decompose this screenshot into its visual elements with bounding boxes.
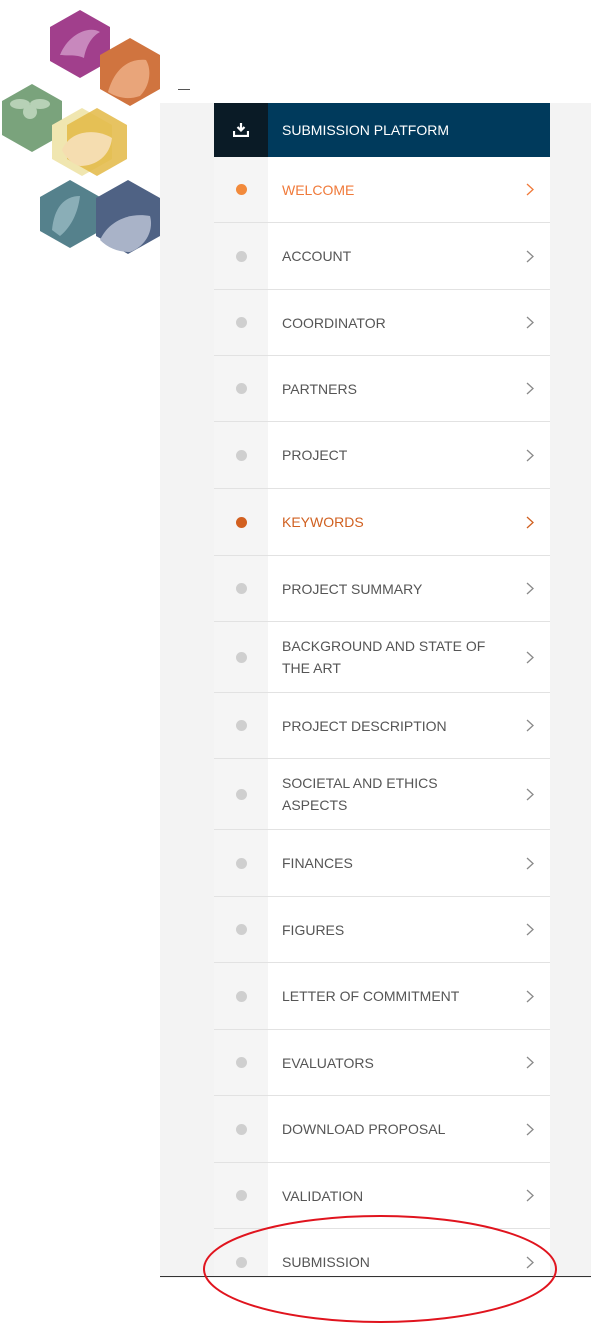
menu-item[interactable]: BACKGROUND AND STATE OF THE ART <box>214 622 550 693</box>
menu-item[interactable]: PARTNERS <box>214 356 550 422</box>
status-dot-icon <box>235 1057 247 1068</box>
animal-hexagon-logo <box>2 10 160 254</box>
menu-item-label: PROJECT DESCRIPTION <box>282 717 447 734</box>
menu-item-label: PROJECT SUMMARY <box>282 580 423 597</box>
status-dot-icon <box>235 449 247 461</box>
status-dot-cell <box>214 422 268 488</box>
menu-item[interactable]: LETTER OF COMMITMENT <box>214 963 550 1030</box>
chevron-right-icon <box>510 1123 550 1136</box>
status-dot-cell <box>214 830 268 896</box>
chevron-right-icon <box>510 719 550 732</box>
menu-item-label: VALIDATION <box>282 1187 364 1204</box>
status-dot-icon <box>235 651 247 663</box>
menu-item[interactable]: COORDINATOR <box>214 290 550 356</box>
menu-item-label: FINANCES <box>282 855 353 871</box>
chevron-right-icon <box>510 788 550 801</box>
status-dot-cell <box>214 1163 268 1228</box>
menu-item[interactable]: ACCOUNT <box>214 223 550 290</box>
menu-item[interactable]: KEYWORDS <box>214 489 550 556</box>
menu-item-label: PARTNERS <box>282 380 357 397</box>
status-dot-cell <box>214 759 268 829</box>
status-dot-cell <box>214 622 268 692</box>
menu-item-label: SUBMISSION <box>282 1254 370 1270</box>
menu-item[interactable]: PROJECT <box>214 422 550 489</box>
menu-item[interactable]: PROJECT DESCRIPTION <box>214 693 550 759</box>
chevron-right-icon <box>510 183 550 196</box>
menu-item[interactable]: EVALUATORS <box>214 1030 550 1096</box>
chevron-right-icon <box>510 1056 550 1069</box>
status-dot-cell <box>214 963 268 1029</box>
menu-item-label: EVALUATORS <box>282 1054 374 1071</box>
bottom-divider <box>160 1276 591 1277</box>
chevron-right-icon <box>510 382 550 395</box>
menu-item[interactable]: FIGURES <box>214 897 550 963</box>
menu-item[interactable]: SUBMISSION <box>214 1229 550 1276</box>
status-dot-icon <box>235 1123 247 1135</box>
status-dot-cell <box>214 157 268 222</box>
chevron-right-icon <box>510 516 550 529</box>
status-dot-cell <box>214 223 268 289</box>
status-dot-icon <box>235 317 247 328</box>
menu-items: WELCOME ACCOUNT COORDINATOR PARTNERS PROJECT… <box>214 157 550 1276</box>
chevron-right-icon <box>510 1256 550 1269</box>
menu-item[interactable]: SOCIETAL AND ETHICS ASPECTS <box>214 759 550 830</box>
chevron-right-icon <box>510 250 550 263</box>
status-dot-cell <box>214 489 268 555</box>
menu-item[interactable]: VALIDATION <box>214 1163 550 1229</box>
status-dot-icon <box>235 990 247 1002</box>
chevron-right-icon <box>510 857 550 870</box>
menu-header: SUBMISSION PLATFORM <box>214 103 550 157</box>
chevron-right-icon <box>510 316 550 329</box>
menu-item-label: FIGURES <box>282 921 345 938</box>
download-tray-icon <box>214 103 268 157</box>
menu-item-label: PROJECT <box>282 447 348 463</box>
menu-item-label: WELCOME <box>282 181 355 198</box>
status-dot-cell <box>214 897 268 962</box>
menu-item[interactable]: DOWNLOAD PROPOSAL <box>214 1096 550 1163</box>
chevron-right-icon <box>510 582 550 595</box>
chevron-right-icon <box>510 1189 550 1202</box>
status-dot-icon <box>235 583 247 594</box>
menu-item[interactable]: WELCOME <box>214 157 550 223</box>
dash-mark <box>178 89 190 90</box>
status-dot-icon <box>235 516 247 528</box>
status-dot-icon <box>235 184 247 195</box>
status-dot-cell <box>214 1030 268 1095</box>
menu-item[interactable]: FINANCES <box>214 830 550 897</box>
status-dot-cell <box>214 290 268 355</box>
chevron-right-icon <box>510 651 550 664</box>
status-dot-icon <box>235 857 247 869</box>
menu-item-label: ACCOUNT <box>282 248 352 264</box>
status-dot-icon <box>235 383 247 394</box>
status-dot-cell <box>214 1096 268 1162</box>
status-dot-cell <box>214 1229 268 1276</box>
menu-item-label: DOWNLOAD PROPOSAL <box>282 1121 446 1137</box>
status-dot-icon <box>235 1190 247 1201</box>
status-dot-icon <box>235 250 247 262</box>
status-dot-icon <box>235 720 247 731</box>
menu-item[interactable]: PROJECT SUMMARY <box>214 556 550 622</box>
status-dot-cell <box>214 356 268 421</box>
chevron-right-icon <box>510 449 550 462</box>
menu-header-title: SUBMISSION PLATFORM <box>282 122 449 138</box>
status-dot-cell <box>214 556 268 621</box>
status-dot-icon <box>235 924 247 935</box>
menu-item-label: COORDINATOR <box>282 314 386 331</box>
menu-item-label: LETTER OF COMMITMENT <box>282 988 460 1004</box>
menu-item-label: BACKGROUND AND STATE OF THE ART <box>282 638 486 676</box>
status-dot-icon <box>235 788 247 800</box>
chevron-right-icon <box>510 990 550 1003</box>
status-dot-cell <box>214 693 268 758</box>
status-dot-icon <box>235 1256 247 1268</box>
chevron-right-icon <box>510 923 550 936</box>
submission-menu: SUBMISSION PLATFORM WELCOME ACCOUNT COORDI… <box>214 103 550 1276</box>
menu-item-label: SOCIETAL AND ETHICS ASPECTS <box>282 775 438 813</box>
menu-item-label: KEYWORDS <box>282 514 364 530</box>
